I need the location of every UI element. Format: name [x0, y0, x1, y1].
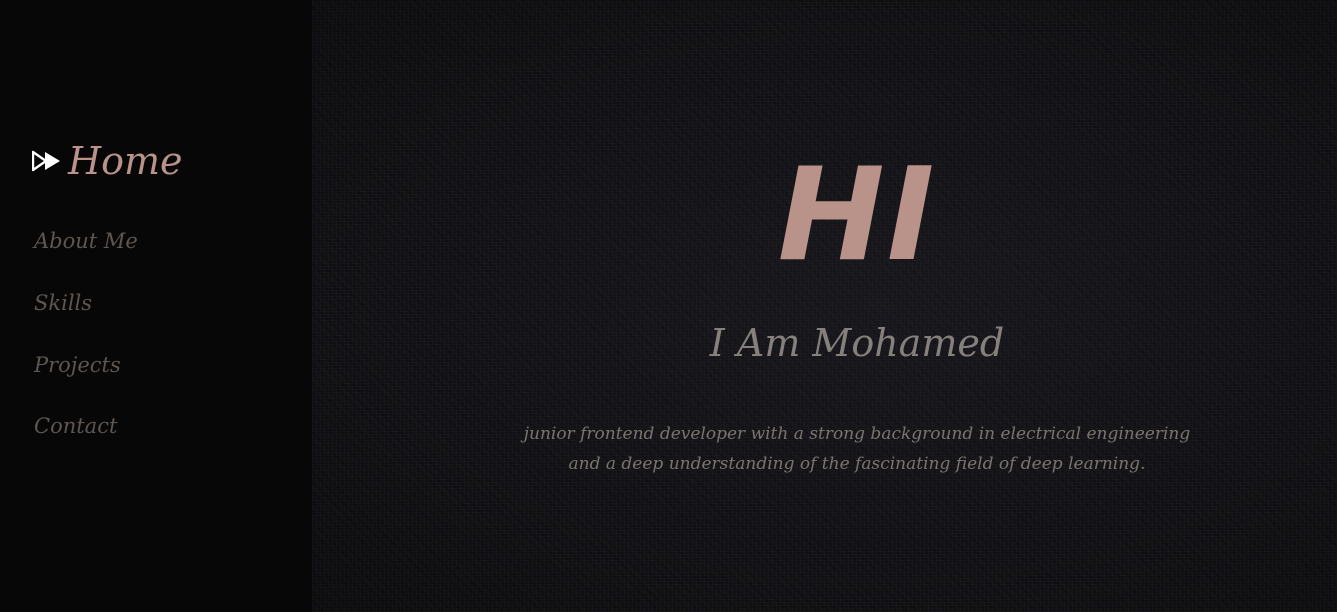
nav-item-contact[interactable]: Contact [34, 416, 117, 437]
background-texture [312, 0, 1337, 612]
hero-description: junior frontend developer with a strong … [523, 424, 1191, 474]
page: Home About Me Skills Projects Contact HI… [0, 0, 1337, 612]
nav-item-home[interactable]: Home [32, 142, 183, 180]
nav-item-home-label: Home [68, 139, 183, 183]
nav-item-about-me[interactable]: About Me [34, 231, 138, 252]
hero-name: I Am Mohamed [709, 321, 1005, 365]
double-chevron-right-icon [32, 150, 60, 172]
nav-item-skills[interactable]: Skills [34, 293, 92, 314]
sidebar: Home About Me Skills Projects Contact [0, 0, 312, 612]
hero-section: HI I Am Mohamed junior frontend develope… [312, 0, 1337, 612]
hero-greeting: HI [777, 141, 937, 290]
nav-item-projects[interactable]: Projects [34, 355, 121, 376]
